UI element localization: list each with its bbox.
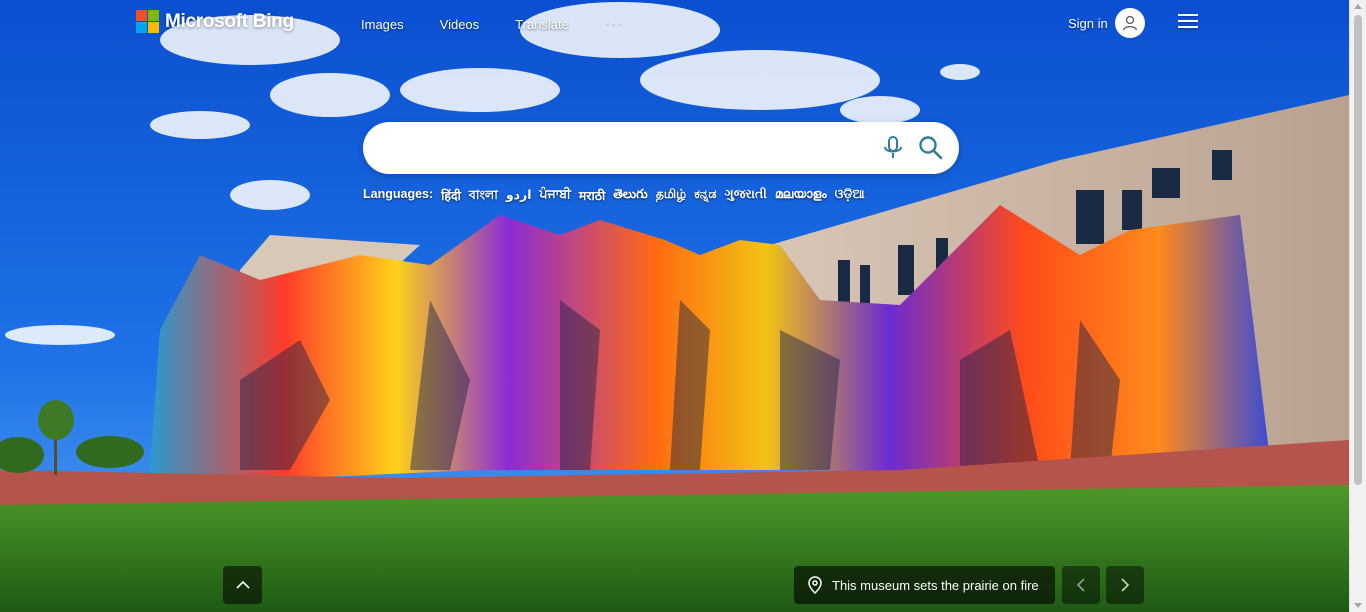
nav-translate[interactable]: Translate [515, 17, 569, 32]
scrollbar-down-arrow[interactable] [1354, 603, 1362, 608]
language-link[interactable]: ಕನ್ನಡ [694, 187, 716, 207]
hamburger-menu-icon[interactable] [1178, 14, 1198, 30]
chevron-left-icon [1076, 578, 1085, 592]
language-link[interactable]: मराठी [579, 187, 605, 207]
language-link[interactable]: മലയാളം [775, 187, 827, 207]
nav-videos[interactable]: Videos [440, 17, 480, 32]
language-link[interactable]: ગુજરાતી [724, 187, 766, 207]
search-icon[interactable] [918, 135, 944, 161]
previous-image-button[interactable] [1062, 566, 1100, 604]
chevron-right-icon [1121, 578, 1130, 592]
brand-name: Microsoft Bing [165, 10, 294, 32]
image-caption[interactable]: This museum sets the prairie on fire [794, 566, 1055, 604]
language-link[interactable]: বাংলা [469, 187, 498, 207]
language-link[interactable]: ଓଡ଼ିଆ [835, 187, 865, 207]
scrollbar-thumb[interactable] [1354, 15, 1362, 485]
language-links: Languages: हिंदी বাংলা اردو ਪੰਜਾਬੀ मराठी… [363, 187, 865, 207]
sign-in-label: Sign in [1068, 15, 1108, 31]
person-icon [1114, 8, 1145, 38]
sign-in-button[interactable]: Sign in [1068, 8, 1145, 38]
location-pin-icon [808, 576, 822, 594]
scroll-up-button[interactable] [223, 566, 262, 604]
search-input[interactable] [379, 132, 863, 166]
nav-more[interactable]: ··· [605, 14, 625, 32]
scrollbar-up-arrow[interactable] [1354, 4, 1362, 9]
page-scrollbar[interactable] [1349, 0, 1366, 612]
language-link[interactable]: हिंदी [441, 187, 461, 207]
microphone-icon[interactable] [882, 135, 904, 161]
microsoft-logo-icon [136, 10, 159, 33]
language-link[interactable]: ਪੰਜਾਬੀ [540, 187, 571, 207]
languages-label: Languages: [363, 187, 434, 201]
next-image-button[interactable] [1106, 566, 1144, 604]
language-link[interactable]: اردو [506, 187, 532, 207]
background-image [0, 0, 1349, 612]
chevron-up-icon [235, 580, 250, 589]
nav-images[interactable]: Images [361, 17, 404, 32]
language-link[interactable]: తెలుగు [613, 187, 648, 207]
caption-text: This museum sets the prairie on fire [832, 577, 1039, 593]
search-box [363, 122, 959, 174]
bing-logo[interactable]: Microsoft Bing [136, 10, 294, 33]
top-navigation: Images Videos Translate ··· [361, 14, 661, 32]
language-link[interactable]: தமிழ் [656, 187, 687, 207]
